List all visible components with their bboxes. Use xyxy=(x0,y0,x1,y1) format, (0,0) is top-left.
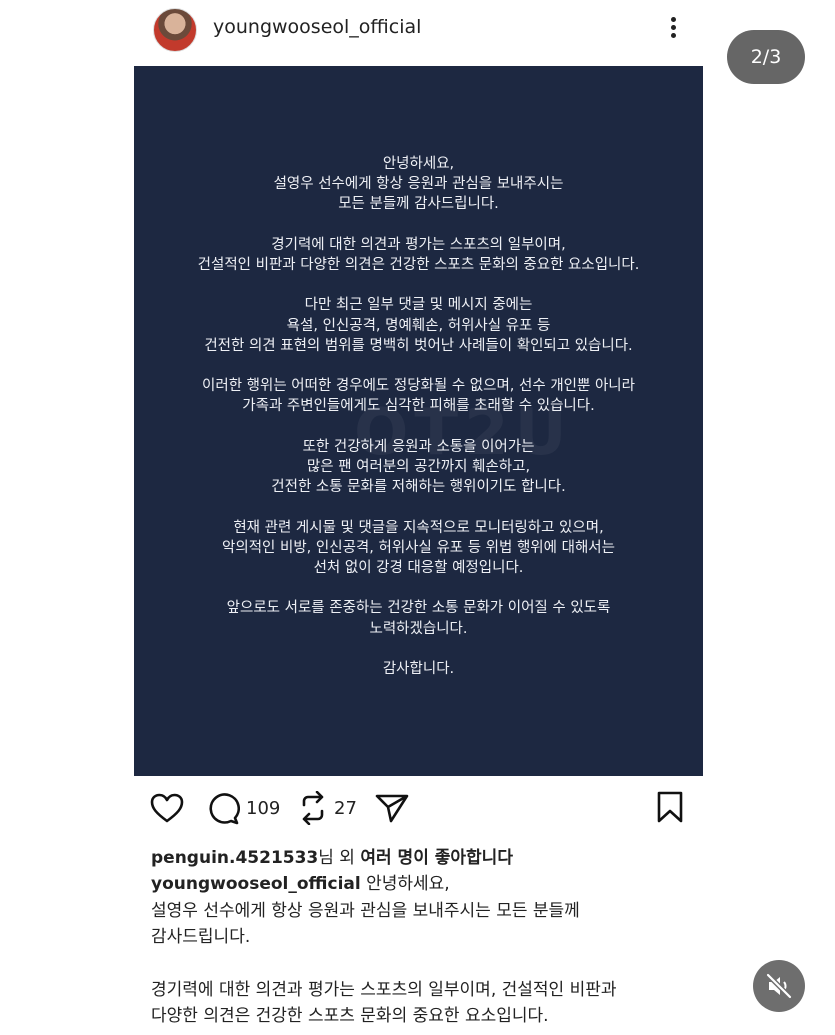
statement-line: 또한 건강하게 응원과 소통을 이어가는 xyxy=(302,438,535,455)
statement-line: 앞으로도 서로를 존중하는 건강한 소통 문화가 이어질 수 있도록 xyxy=(226,600,611,617)
statement-text: 안녕하세요, 설영우 선수에게 항상 응원과 관심을 보내주시는모든 분들께 감사… xyxy=(134,154,703,699)
statement-line: 욕설, 인신공격, 명예훼손, 허위사실 유포 등 xyxy=(286,317,551,334)
repost-button[interactable]: 27 xyxy=(298,791,357,825)
action-bar: 109 27 xyxy=(0,785,835,835)
comment-button[interactable]: 109 xyxy=(206,791,280,825)
statement-line: 악의적인 비방, 인신공격, 허위사실 유포 등 위법 행위에 대해서는 xyxy=(222,539,615,556)
caption-username[interactable]: youngwooseol_official xyxy=(151,874,361,894)
statement-line: 노력하겠습니다. xyxy=(369,620,468,637)
caption-line: 설영우 선수에게 항상 응원과 관심을 보내주시는 모든 분들께 xyxy=(151,900,580,921)
statement-line: 건설적인 비판과 다양한 의견은 건강한 스포츠 문화의 중요한 요소입니다. xyxy=(197,257,640,273)
repost-count: 27 xyxy=(334,797,357,819)
statement-line: 가족과 주변인들에게도 심각한 피해를 초래할 수 있습니다. xyxy=(242,398,595,415)
statement-line: 현재 관련 게시물 및 댓글을 지속적으로 모니터링하고 있으며, xyxy=(233,519,604,536)
statement-line: 선처 없이 강경 대응할 예정입니다. xyxy=(313,559,524,576)
likes-others[interactable]: 여러 명이 좋아합니다 xyxy=(360,848,513,868)
speaker-muted-icon xyxy=(766,973,792,999)
statement-paragraph: 감사합니다. xyxy=(134,659,703,679)
statement-paragraph: 경기력에 대한 의견과 평가는 스포츠의 일부이며, 건설적인 비판과 다양한 의… xyxy=(134,235,703,275)
statement-line: 경기력에 대한 의견과 평가는 스포츠의 일부이며, xyxy=(271,236,566,253)
caption-line: 다양한 의견은 건강한 스포츠 문화의 중요한 요소입니다. xyxy=(151,1006,549,1026)
statement-paragraph: 안녕하세요, 설영우 선수에게 항상 응원과 관심을 보내주시는모든 분들께 감사… xyxy=(134,154,703,215)
comment-icon xyxy=(209,793,240,825)
send-icon xyxy=(375,794,409,823)
like-button[interactable] xyxy=(150,793,184,823)
heart-icon xyxy=(150,793,184,823)
save-button[interactable] xyxy=(656,791,684,823)
likes-suffix: 님 외 xyxy=(318,848,361,868)
statement-line: 이러한 행위는 어떠한 경우에도 정당화될 수 없으며, 선수 개인뿐 아니라 xyxy=(202,378,635,395)
more-options-icon[interactable] xyxy=(666,14,680,44)
share-button[interactable] xyxy=(375,793,409,823)
avatar[interactable] xyxy=(153,8,197,52)
statement-paragraph: 또한 건강하게 응원과 소통을 이어가는많은 팬 여러분의 공간까지 훼손하고,… xyxy=(134,437,703,498)
statement-line: 건전한 소통 문화를 저해하는 행위이기도 합니다. xyxy=(271,479,566,496)
statement-line: 감사합니다. xyxy=(382,660,455,677)
statement-line: 설영우 선수에게 항상 응원과 관심을 보내주시는 xyxy=(273,176,564,193)
statement-line: 모든 분들께 감사드립니다. xyxy=(338,196,499,213)
username[interactable]: youngwooseol_official xyxy=(213,16,421,38)
statement-paragraph: 이러한 행위는 어떠한 경우에도 정당화될 수 없으며, 선수 개인뿐 아니라가… xyxy=(134,376,703,416)
repost-icon xyxy=(302,791,324,825)
statement-line: 건전한 의견 표현의 범위를 명백히 벗어난 사례들이 확인되고 있습니다. xyxy=(204,337,633,354)
bookmark-icon xyxy=(657,791,683,823)
statement-paragraph: 현재 관련 게시물 및 댓글을 지속적으로 모니터링하고 있으며, 악의적인 비방… xyxy=(134,518,703,579)
statement-line: 다만 최근 일부 댓글 및 메시지 중에는 xyxy=(304,297,533,314)
caption-line: 안녕하세요, xyxy=(360,874,450,894)
caption-line: 감사드립니다. xyxy=(151,927,251,947)
caption-line: 경기력에 대한 의견과 평가는 스포츠의 일부이며, 건설적인 비판과 xyxy=(151,979,617,1000)
statement-paragraph: 앞으로도 서로를 존중하는 건강한 소통 문화가 이어질 수 있도록노력하겠습니… xyxy=(134,598,703,638)
statement-paragraph: 다만 최근 일부 댓글 및 메시지 중에는욕설, 인신공격, 명예훼손, 허위사… xyxy=(134,295,703,356)
likes-summary[interactable]: penguin.4521533님 외 여러 명이 좋아합니다 xyxy=(151,843,513,868)
statement-line: 안녕하세요, xyxy=(382,156,455,172)
post-header: youngwooseol_official 2/3 xyxy=(0,0,835,84)
comment-count: 109 xyxy=(246,797,281,819)
page-indicator: 2/3 xyxy=(727,30,805,84)
liker-username[interactable]: penguin.4521533 xyxy=(151,848,318,868)
mute-button[interactable] xyxy=(753,960,805,1012)
post-image: OT2U 안녕하세요, 설영우 선수에게 항상 응원과 관심을 보내주시는 모든 분… xyxy=(134,66,703,776)
caption: youngwooseol_official 안녕하세요, 설영우 선수에게 항상… xyxy=(151,871,711,1030)
statement-line: 많은 팬 여러분의 공간까지 훼손하고, xyxy=(306,458,531,475)
